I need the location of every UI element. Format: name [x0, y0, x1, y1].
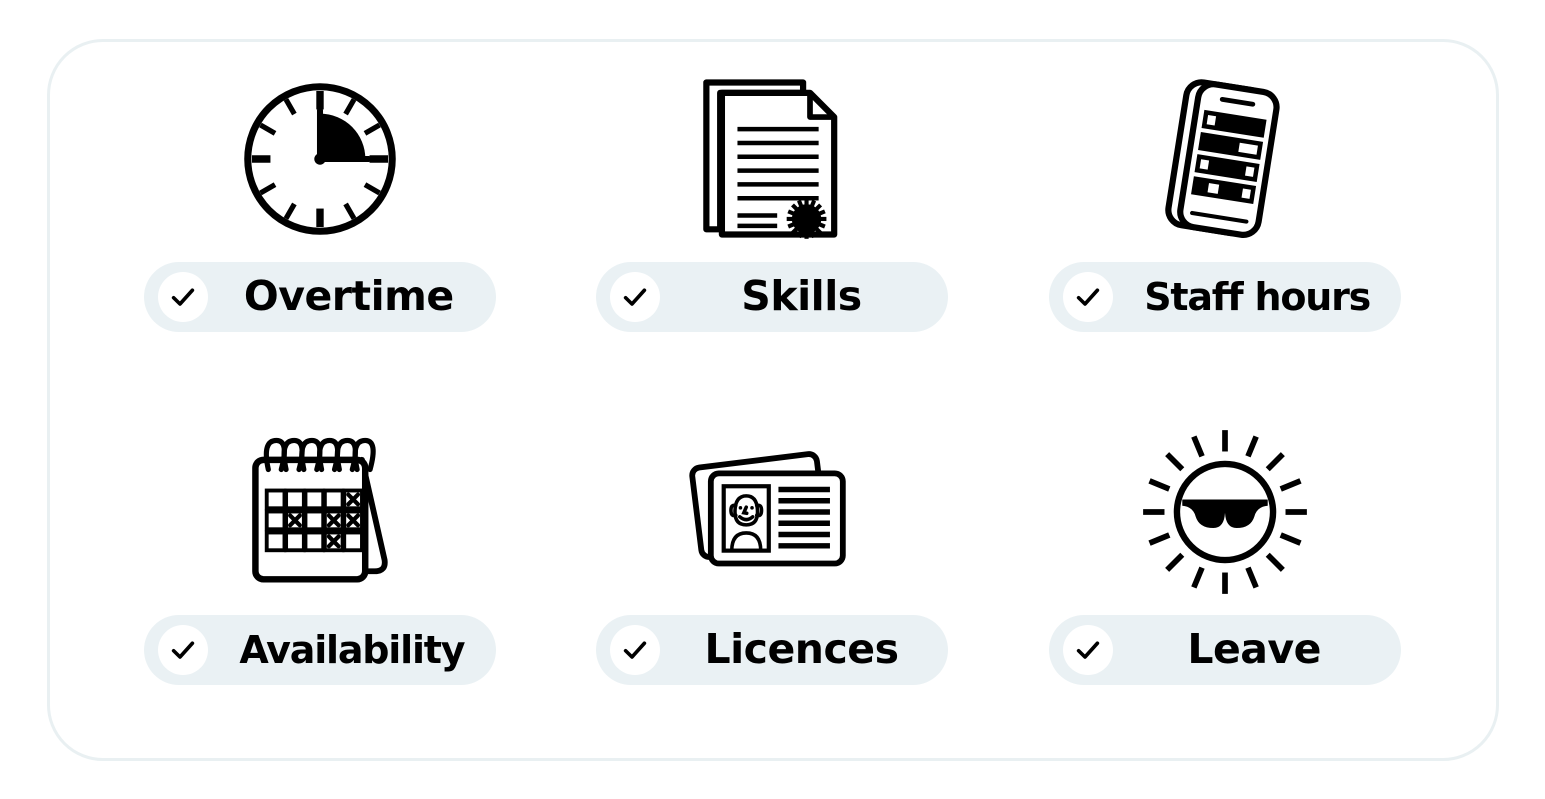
check-icon [1063, 271, 1114, 322]
pill-leave[interactable]: Leave [1049, 614, 1402, 685]
desk-calendar-icon [236, 417, 404, 607]
check-icon [157, 624, 208, 675]
pill-overtime[interactable]: Overtime [143, 261, 496, 332]
check-icon [157, 271, 208, 322]
mobile-timesheet-icon [1155, 64, 1295, 254]
pill-skills[interactable]: Skills [596, 261, 949, 332]
feature-grid: Overtime Skills Staff hours Availability… [94, 64, 1452, 728]
sun-sunglasses-icon [1136, 417, 1314, 607]
feature-item-overtime[interactable]: Overtime [94, 64, 547, 375]
pill-availability[interactable]: Availability [143, 614, 496, 685]
pill-licences[interactable]: Licences [596, 614, 949, 685]
pill-label-leave: Leave [1187, 625, 1321, 673]
check-icon [610, 624, 661, 675]
feature-item-staff-hours[interactable]: Staff hours [999, 64, 1452, 375]
pill-staff-hours[interactable]: Staff hours [1049, 261, 1402, 332]
screenshot-stage: Overtime Skills Staff hours Availability… [0, 0, 1545, 799]
feature-item-skills[interactable]: Skills [546, 64, 999, 375]
certificate-documents-icon [696, 64, 848, 254]
pill-label-availability: Availability [239, 627, 465, 672]
feature-item-availability[interactable]: Availability [94, 417, 547, 728]
pill-label-overtime: Overtime [243, 272, 454, 320]
feature-item-licences[interactable]: Licences [546, 417, 999, 728]
feature-item-leave[interactable]: Leave [999, 417, 1452, 728]
pill-label-skills: Skills [741, 272, 862, 320]
clock-icon [236, 64, 404, 254]
check-icon [1063, 624, 1114, 675]
pill-label-staff-hours: Staff hours [1144, 274, 1371, 319]
pill-label-licences: Licences [704, 625, 899, 673]
id-card-icon [688, 417, 856, 607]
feature-card: Overtime Skills Staff hours Availability… [46, 38, 1499, 761]
check-icon [610, 271, 661, 322]
